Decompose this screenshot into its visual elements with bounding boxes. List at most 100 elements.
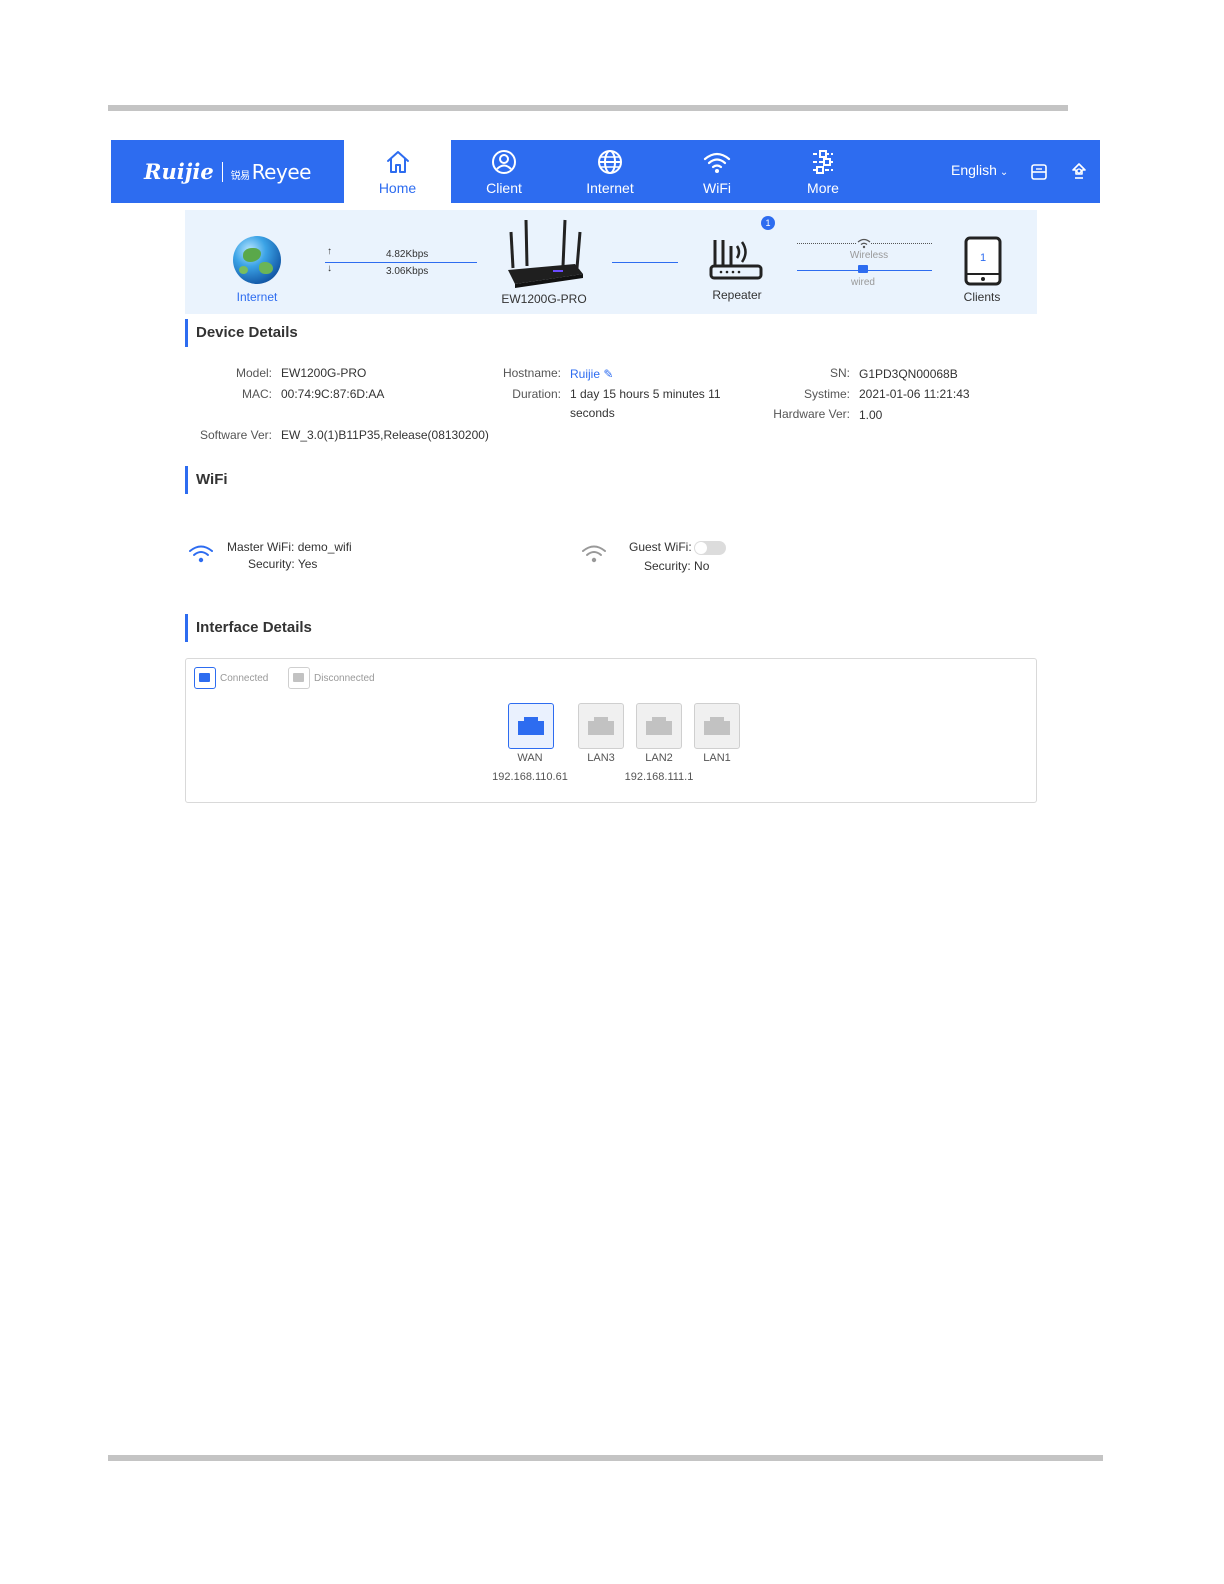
ethernet-port-icon	[588, 717, 614, 735]
nav-home-label: Home	[378, 180, 417, 196]
wan-ip: 192.168.110.61	[492, 771, 568, 783]
master-wifi-row: Master WiFi: demo_wifi	[227, 540, 352, 554]
sliders-icon	[813, 150, 833, 174]
wireless-small-icon	[857, 237, 871, 249]
repeater-icon[interactable]	[709, 236, 765, 284]
nav-wifi[interactable]: WiFi	[664, 140, 770, 203]
systime-value: 2021-01-06 11:21:43	[859, 387, 970, 401]
wifi-icon	[703, 152, 731, 173]
port-wan[interactable]	[508, 703, 554, 749]
port-wan-label: WAN	[517, 752, 543, 764]
port-lan2-label: LAN2	[645, 752, 673, 764]
master-security-label: Security:	[248, 557, 295, 571]
port-lan1[interactable]	[694, 703, 740, 749]
repeater-label: Repeater	[712, 288, 762, 302]
hostname-value[interactable]: Ruijie ✎	[570, 367, 613, 381]
software-ver-value: EW_3.0(1)B11P35,Release(08130200)	[281, 428, 489, 442]
clients-count: 1	[979, 252, 987, 264]
nav-more[interactable]: More	[770, 140, 876, 203]
master-security-row: Security: Yes	[248, 557, 317, 571]
legend-connected-label: Connected	[220, 673, 269, 684]
logo-ruijie: Ruijie	[144, 159, 214, 184]
arrow-up-icon: ↑	[327, 246, 332, 257]
top-navigation-bar: Ruijie 锐易 Reyee Home Client Internet WiFi…	[111, 140, 1100, 203]
master-wifi-label: Master WiFi:	[227, 540, 295, 554]
nav-internet-label: Internet	[586, 180, 634, 196]
port-lan3[interactable]	[578, 703, 624, 749]
guest-security-value: No	[694, 559, 710, 573]
legend-disconnected-label: Disconnected	[314, 673, 375, 684]
port-lan2[interactable]	[636, 703, 682, 749]
logo-divider	[221, 161, 223, 182]
wired-label: wired	[851, 277, 875, 288]
nav-wifi-label: WiFi	[703, 180, 731, 196]
repeater-count-badge: 1	[761, 216, 775, 230]
software-ver-label: Software Ver:	[199, 428, 272, 442]
router-label: EW1200G-PRO	[501, 292, 587, 306]
master-wifi-icon	[189, 545, 213, 563]
wireless-label: Wireless	[849, 250, 889, 261]
nav-more-label: More	[807, 180, 839, 196]
port-lan3-label: LAN3	[587, 752, 615, 764]
sn-value: G1PD3QN00068B	[859, 367, 958, 381]
guest-security-label: Security:	[644, 559, 691, 573]
logout-icon[interactable]	[1070, 162, 1088, 187]
interface-panel: Connected Disconnected WAN 192.168.110.6…	[185, 658, 1037, 803]
ethernet-port-icon	[704, 717, 730, 735]
logo-reyee-text: Reyee	[251, 159, 312, 184]
download-speed: 3.06Kbps	[386, 266, 429, 277]
duration-value-line1: 1 day 15 hours 5 minutes 11	[570, 387, 721, 401]
disconnected-legend-icon	[288, 667, 310, 689]
user-circle-icon	[492, 150, 516, 174]
guest-wifi-toggle[interactable]	[694, 541, 726, 555]
logo-reyee-prefix: 锐易	[230, 170, 251, 182]
edit-pencil-icon[interactable]: ✎	[603, 367, 613, 381]
duration-value-line2: seconds	[570, 406, 615, 420]
page-rule-top	[108, 105, 1068, 111]
lan-ip: 192.168.111.1	[624, 771, 694, 783]
connected-legend-icon	[194, 667, 216, 689]
guest-wifi-icon	[582, 545, 606, 563]
nav-home[interactable]: Home	[344, 140, 451, 203]
section-device-details: Device Details	[185, 319, 298, 347]
model-label: Model:	[235, 366, 272, 380]
mac-value: 00:74:9C:87:6D:AA	[281, 387, 385, 401]
brand-logo: Ruijie 锐易 Reyee	[111, 140, 344, 203]
language-dropdown[interactable]: English ⌄	[951, 162, 1008, 178]
ethernet-port-icon	[518, 717, 544, 735]
clients-label: Clients	[963, 290, 1001, 304]
section-wifi: WiFi	[185, 466, 228, 494]
nav-internet[interactable]: Internet	[557, 140, 663, 203]
logo-reyee: 锐易 Reyee	[230, 159, 312, 184]
model-value: EW1200G-PRO	[281, 366, 367, 380]
network-setup-icon[interactable]	[1030, 163, 1048, 186]
sn-label: SN:	[829, 366, 850, 380]
ethernet-port-icon	[646, 717, 672, 735]
internet-link-line	[325, 262, 477, 263]
guest-wifi-label: Guest WiFi:	[629, 540, 692, 554]
hardware-ver-label: Hardware Ver:	[773, 407, 850, 421]
guest-security-row: Security: No	[644, 559, 709, 573]
duration-label: Duration:	[512, 387, 561, 401]
nav-client[interactable]: Client	[451, 140, 557, 203]
language-label: English	[951, 162, 997, 178]
network-topology: Internet ↑ 4.82Kbps ↓ 3.06Kbps EW1200G-P…	[185, 210, 1037, 314]
router-repeater-link	[612, 262, 678, 263]
master-wifi-ssid[interactable]: demo_wifi	[298, 540, 352, 554]
home-icon	[386, 151, 409, 173]
toggle-knob	[695, 542, 707, 554]
upload-speed: 4.82Kbps	[386, 249, 429, 260]
mac-label: MAC:	[242, 387, 272, 401]
wired-port-icon	[858, 265, 868, 273]
internet-label: Internet	[236, 290, 278, 304]
section-interface-details: Interface Details	[185, 614, 312, 642]
master-security-value: Yes	[297, 557, 318, 571]
arrow-down-icon: ↓	[327, 263, 332, 274]
hostname-text[interactable]: Ruijie	[570, 367, 600, 381]
port-lan1-label: LAN1	[703, 752, 731, 764]
router-image[interactable]	[505, 218, 585, 294]
systime-label: Systime:	[803, 387, 850, 401]
hardware-ver-value: 1.00	[859, 408, 883, 422]
hostname-label: Hostname:	[502, 366, 561, 380]
internet-globe-icon[interactable]	[233, 236, 281, 284]
